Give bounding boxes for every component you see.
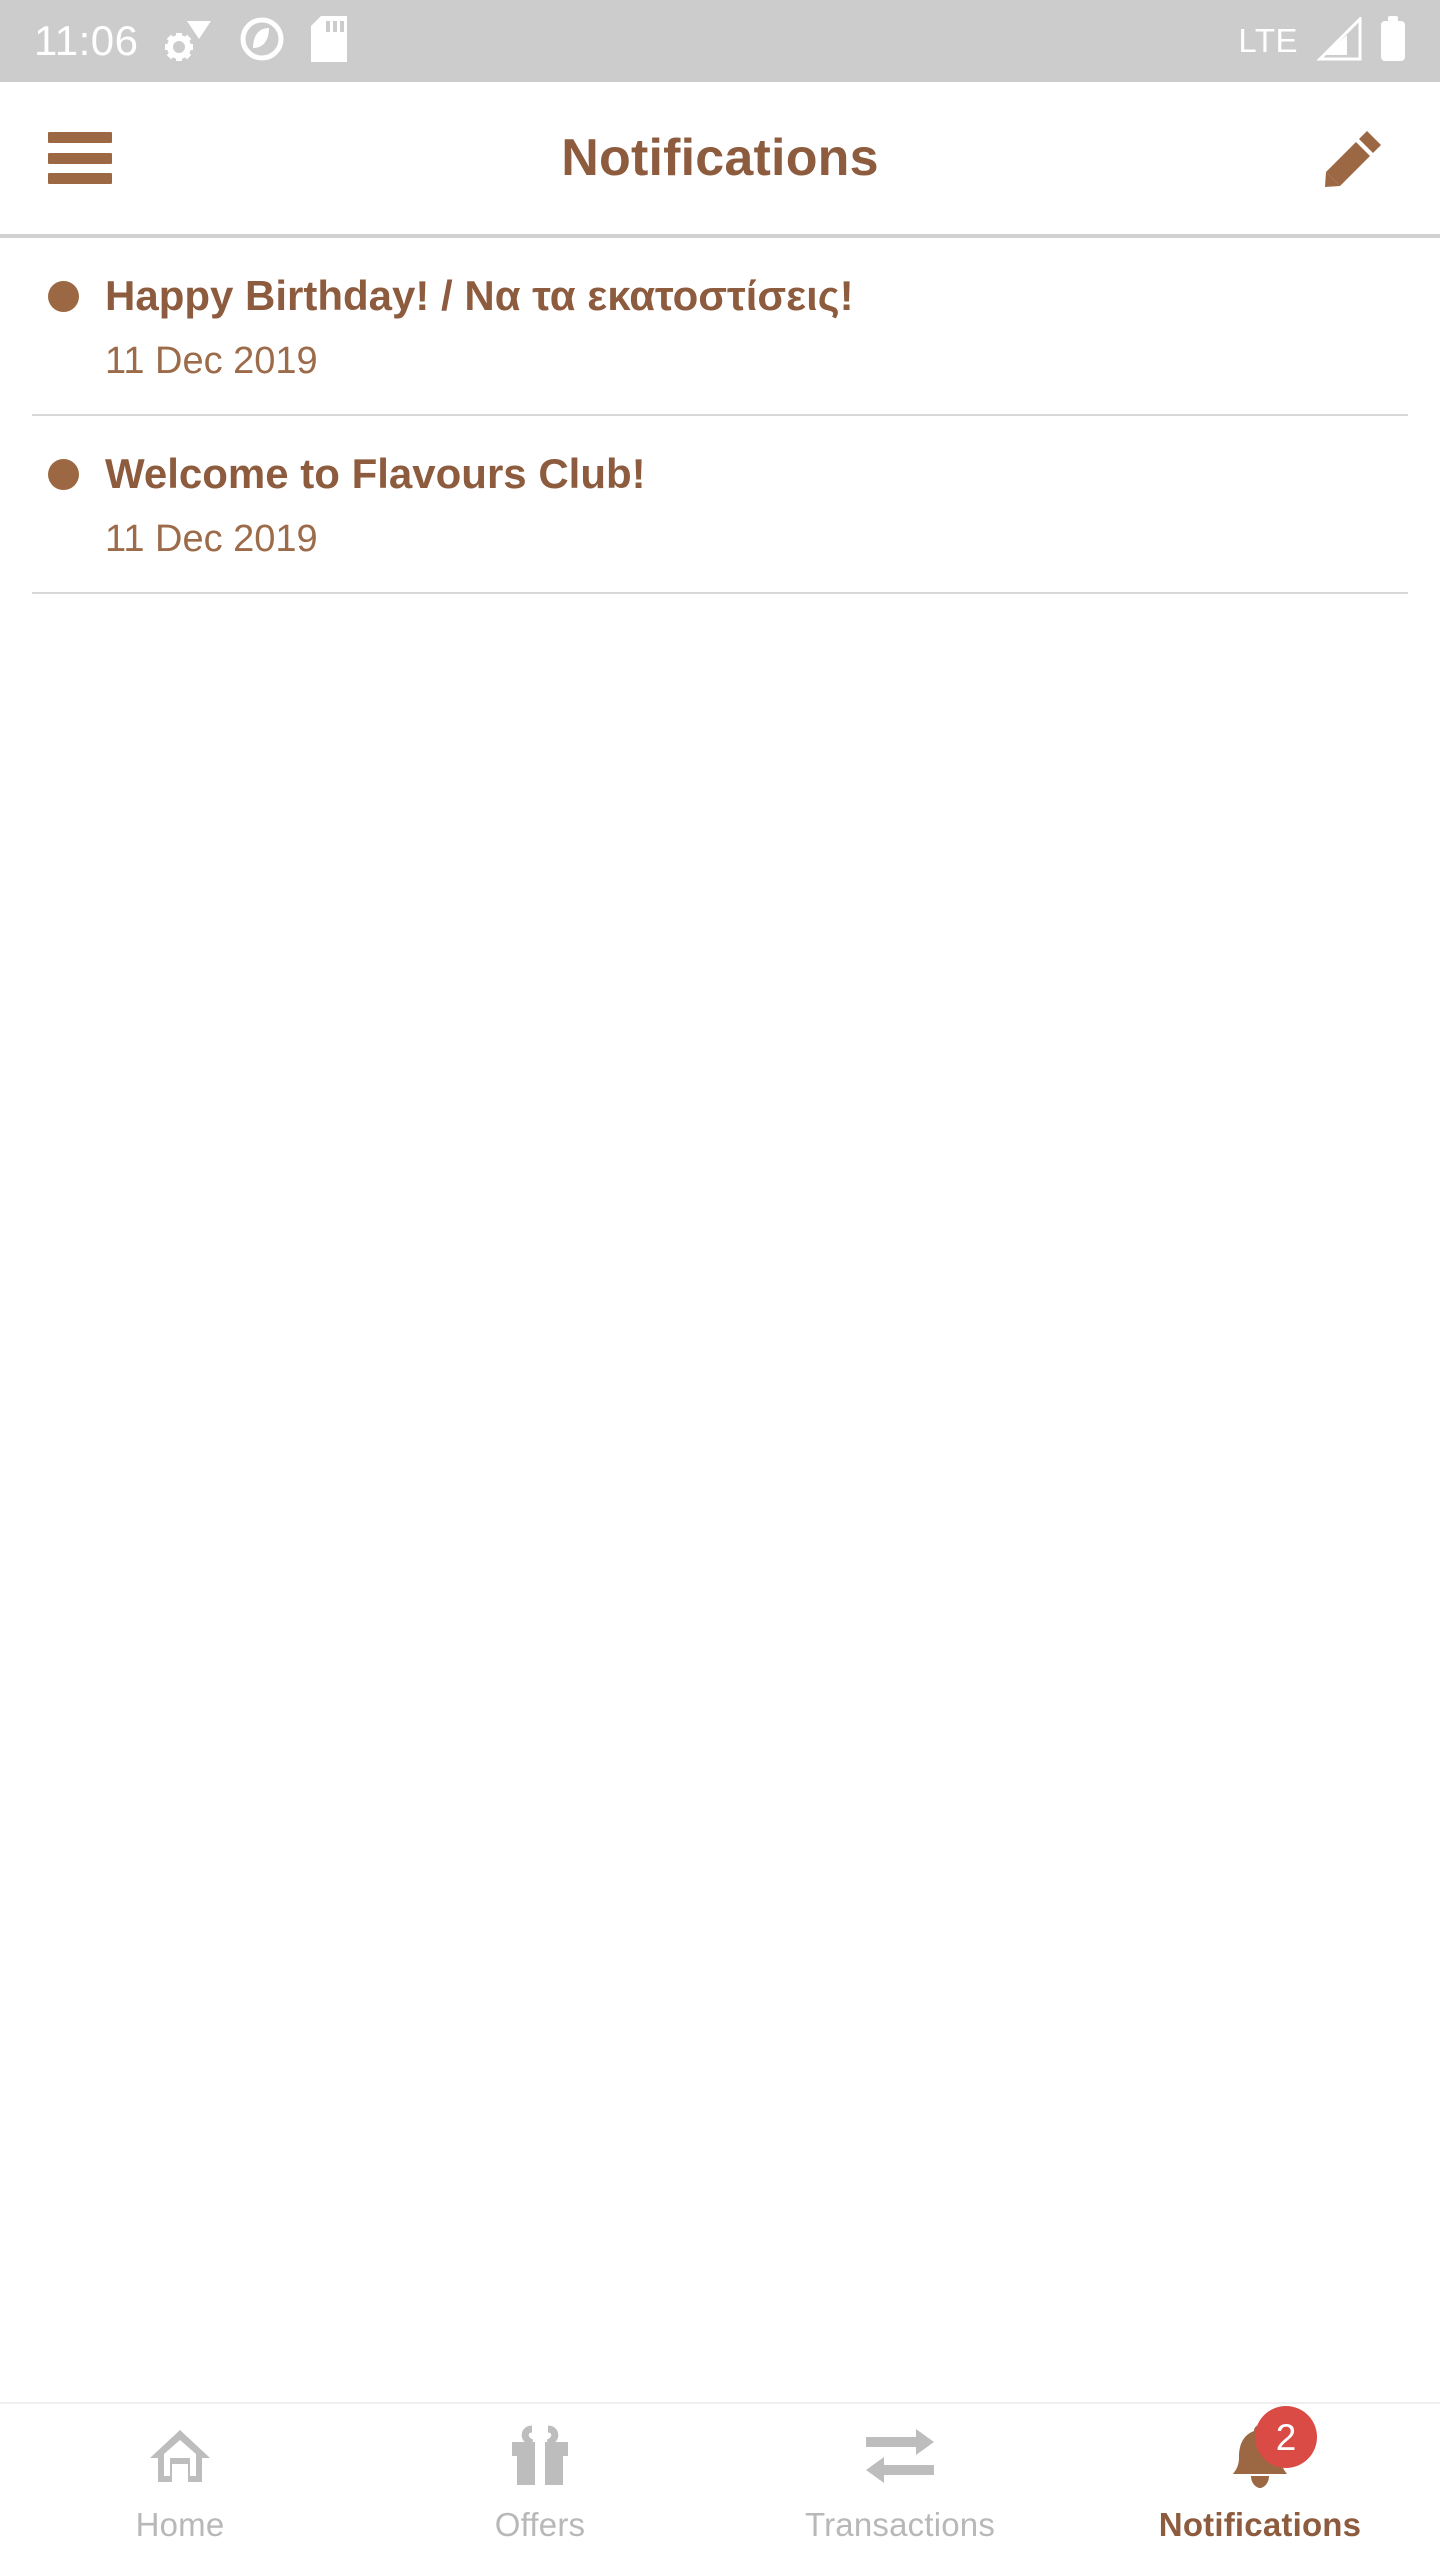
nav-label: Notifications xyxy=(1158,2506,1362,2543)
nav-label: Offers xyxy=(494,2506,586,2543)
notification-badge: 2 xyxy=(1255,2406,1317,2468)
status-bar: 11:06 LTE xyxy=(0,0,1440,82)
nav-item-home[interactable]: Home xyxy=(0,2422,360,2544)
page-title: Notifications xyxy=(561,129,879,187)
status-bar-right: LTE xyxy=(1238,14,1406,67)
nav-label: Home xyxy=(135,2506,225,2543)
unread-dot-icon xyxy=(48,280,79,312)
nav-item-notifications[interactable]: 2 Notifications xyxy=(1080,2406,1440,2544)
unread-dot-icon xyxy=(48,458,79,490)
status-bar-left: 11:06 xyxy=(34,15,347,67)
notification-title: Welcome to Flavours Club! xyxy=(105,449,646,497)
hamburger-bar xyxy=(48,152,112,164)
list-item[interactable]: Welcome to Flavours Club! 11 Dec 2019 xyxy=(0,416,1440,592)
list-divider xyxy=(32,591,1408,594)
bottom-navigation: Home Offers Transactions 2 Notifications xyxy=(0,2402,1440,2560)
transfer-arrows-icon xyxy=(864,2427,936,2490)
nav-icon-wrap xyxy=(510,2422,570,2494)
sd-card-icon xyxy=(310,15,347,67)
app-screen: 11:06 LTE Notifications Happy Birthday! … xyxy=(0,0,1440,2560)
app-header: Notifications xyxy=(0,82,1440,234)
gift-icon xyxy=(510,2425,570,2492)
android-q-icon xyxy=(239,16,285,67)
hamburger-bar xyxy=(48,132,112,143)
nav-icon-wrap xyxy=(864,2422,936,2494)
pencil-edit-icon[interactable] xyxy=(1316,120,1392,196)
list-item[interactable]: Happy Birthday! / Να τα εκατοστίσεις! 11… xyxy=(0,238,1440,414)
nav-item-transactions[interactable]: Transactions xyxy=(720,2422,1080,2544)
nav-icon-wrap xyxy=(148,2422,212,2494)
home-icon xyxy=(148,2426,212,2491)
notification-date: 11 Dec 2019 xyxy=(105,518,318,561)
status-bar-clock: 11:06 xyxy=(34,17,139,64)
notification-date: 11 Dec 2019 xyxy=(105,340,318,383)
notification-list: Happy Birthday! / Να τα εκατοστίσεις! 11… xyxy=(0,238,1440,2402)
nav-icon-wrap: 2 xyxy=(1229,2406,1317,2494)
hamburger-bar xyxy=(48,173,112,184)
notification-title: Happy Birthday! / Να τα εκατοστίσεις! xyxy=(105,272,854,319)
signal-bars-icon xyxy=(1316,14,1362,66)
nav-label: Transactions xyxy=(804,2506,996,2543)
battery-full-icon xyxy=(1380,15,1406,67)
notification-title-row: Happy Birthday! / Να τα εκατοστίσεις! xyxy=(48,272,1392,320)
network-type-label: LTE xyxy=(1238,22,1298,59)
notification-title-row: Welcome to Flavours Club! xyxy=(48,450,1392,498)
hamburger-menu-icon[interactable] xyxy=(48,132,112,184)
settings-wifi-icon xyxy=(164,17,213,66)
nav-item-offers[interactable]: Offers xyxy=(360,2422,720,2544)
